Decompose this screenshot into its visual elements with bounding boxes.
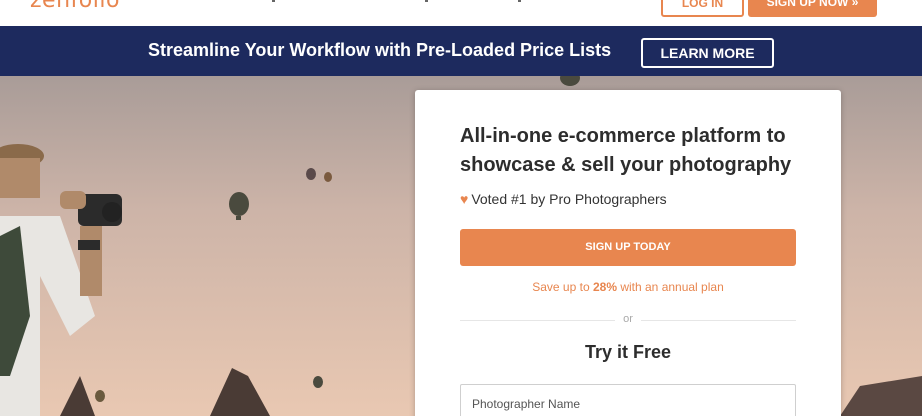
signup-card: All-in-one e-commerce platform to showca… <box>415 90 841 416</box>
top-nav: zenfolio LOG IN SIGN UP NOW » <box>0 0 922 26</box>
save-prefix: Save up to <box>532 280 593 294</box>
voted-text: Voted #1 by Pro Photographers <box>471 191 667 207</box>
login-button[interactable]: LOG IN <box>661 0 744 17</box>
logo[interactable]: zenfolio <box>30 0 120 13</box>
or-separator: or <box>615 313 641 325</box>
signup-today-button[interactable]: SIGN UP TODAY <box>460 229 796 266</box>
nav-separator <box>425 0 428 2</box>
try-free-heading: Try it Free <box>584 342 672 362</box>
signup-now-button[interactable]: SIGN UP NOW » <box>748 0 877 17</box>
save-percent: 28% <box>592 280 617 294</box>
banner-headline: Streamline Your Workflow with Pre-Loaded… <box>148 40 612 60</box>
save-suffix: with an annual plan <box>617 280 724 294</box>
nav-separator <box>272 0 275 2</box>
learn-more-button[interactable]: LEARN MORE <box>641 38 774 68</box>
card-title: All-in-one e-commerce platform to showca… <box>460 125 792 176</box>
heart-icon: ♥ <box>460 191 469 207</box>
photographer-name-input[interactable] <box>460 384 796 416</box>
save-annual-text: Save up to 28% with an annual plan <box>460 280 796 294</box>
voted-line: ♥ Voted #1 by Pro Photographers <box>460 191 667 207</box>
nav-separator <box>518 0 521 2</box>
promo-banner: Streamline Your Workflow with Pre-Loaded… <box>0 26 922 76</box>
